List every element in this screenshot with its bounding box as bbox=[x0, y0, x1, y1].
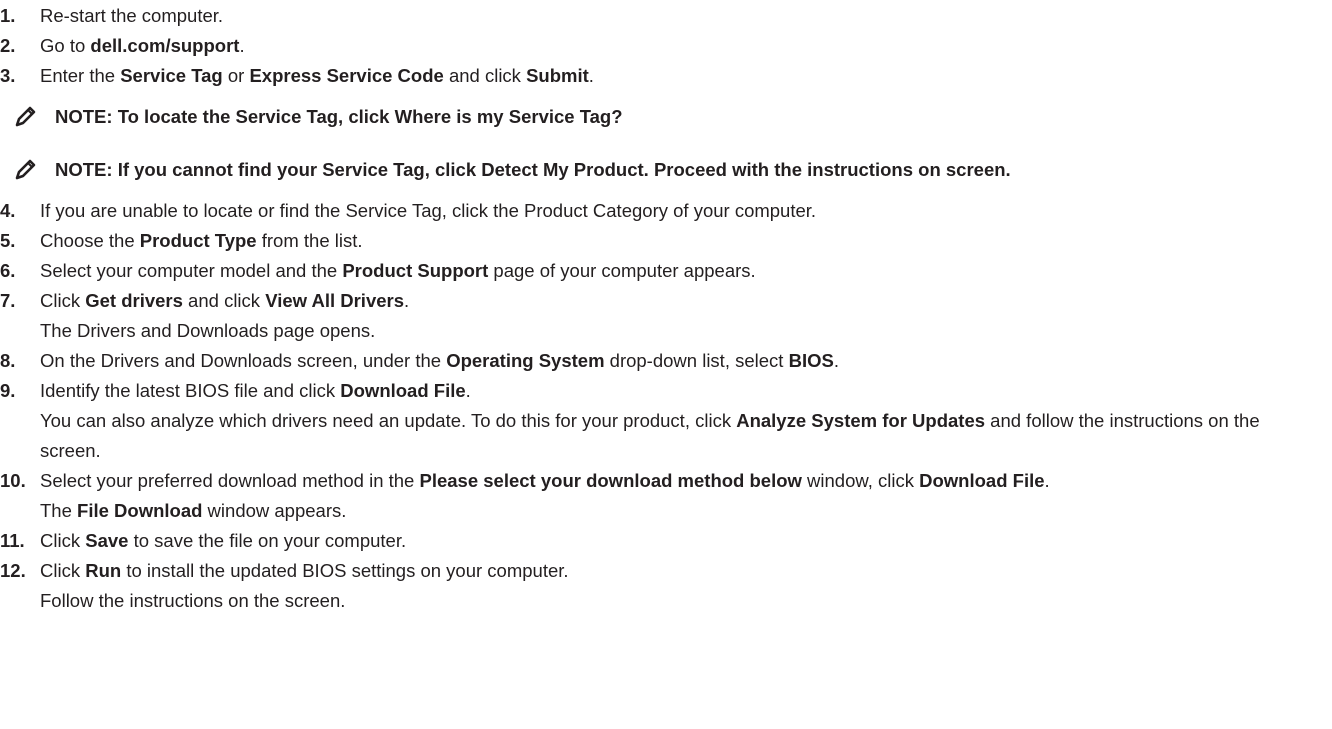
step-text: Enter the Service Tag or Express Service… bbox=[40, 61, 594, 91]
text-run: . bbox=[465, 380, 471, 401]
text-run: The Drivers and Downloads page opens. bbox=[40, 320, 376, 341]
bold-term: View All Drivers bbox=[265, 290, 405, 311]
step-number: 11. bbox=[0, 530, 25, 551]
step-11: 11. Click Save to save the file on your … bbox=[0, 526, 406, 556]
bold-term: dell.com/support bbox=[90, 35, 240, 56]
note-text: NOTE: To locate the Service Tag, click W… bbox=[55, 106, 623, 127]
bold-term: Save bbox=[85, 530, 129, 551]
step-9: 9. Identify the latest BIOS file and cli… bbox=[0, 376, 1325, 466]
note-pencil-icon bbox=[15, 159, 36, 180]
step-result-text: The File Download window appears. bbox=[40, 496, 1050, 526]
step-number: 6. bbox=[0, 260, 16, 281]
bold-term: Get drivers bbox=[85, 290, 183, 311]
text-run: Identify the latest BIOS file and click bbox=[40, 380, 341, 401]
text-run: Go to bbox=[40, 35, 91, 56]
text-run: Follow the instructions on the screen. bbox=[40, 590, 346, 611]
text-run: On the Drivers and Downloads screen, und… bbox=[40, 350, 447, 371]
step-text: Select your computer model and the Produ… bbox=[40, 256, 756, 286]
step-4: 4. If you are unable to locate or find t… bbox=[0, 196, 816, 226]
step-3: 3. Enter the Service Tag or Express Serv… bbox=[0, 61, 594, 91]
step-number: 5. bbox=[0, 230, 16, 251]
text-run: Re-start the computer. bbox=[40, 5, 224, 26]
bold-term: Run bbox=[85, 560, 122, 581]
text-run: . bbox=[1044, 470, 1050, 491]
step-number: 7. bbox=[0, 290, 16, 311]
bold-term: File Download bbox=[77, 500, 203, 521]
step-number: 3. bbox=[0, 65, 16, 86]
text-run: window appears. bbox=[202, 500, 347, 521]
bold-term: Analyze System for Updates bbox=[736, 410, 986, 431]
step-text: If you are unable to locate or find the … bbox=[40, 196, 816, 226]
step-result-text: Follow the instructions on the screen. bbox=[40, 586, 569, 616]
step-12: 12. Click Run to install the updated BIO… bbox=[0, 556, 569, 616]
step-text: Click Save to save the file on your comp… bbox=[40, 526, 406, 556]
bold-term: Service Tag bbox=[120, 65, 223, 86]
step-number: 9. bbox=[0, 380, 16, 401]
text-run: drop-down list, select bbox=[604, 350, 789, 371]
text-run: If you are unable to locate or find the … bbox=[40, 200, 817, 221]
note-pencil-icon bbox=[15, 106, 36, 127]
step-result-text: The Drivers and Downloads page opens. bbox=[40, 316, 409, 346]
step-10: 10. Select your preferred download metho… bbox=[0, 466, 1050, 526]
step-text: Go to dell.com/support. bbox=[40, 31, 245, 61]
bold-term: Operating System bbox=[446, 350, 605, 371]
text-run: from the list. bbox=[256, 230, 363, 251]
text-run: Enter the bbox=[40, 65, 121, 86]
text-run: . bbox=[833, 350, 839, 371]
step-number: 10. bbox=[0, 470, 26, 491]
bold-term: Download File bbox=[340, 380, 466, 401]
text-run: You can also analyze which drivers need … bbox=[40, 410, 737, 431]
note-detect-product: NOTE: If you cannot find your Service Ta… bbox=[15, 155, 1011, 185]
text-run: . bbox=[239, 35, 245, 56]
step-text: Identify the latest BIOS file and click … bbox=[40, 376, 1325, 406]
step-number: 1. bbox=[0, 5, 16, 26]
step-text: Click Run to install the updated BIOS se… bbox=[40, 556, 569, 586]
step-number: 2. bbox=[0, 35, 16, 56]
text-run: Click bbox=[40, 290, 86, 311]
bold-term: Product Type bbox=[139, 230, 257, 251]
text-run: Choose the bbox=[40, 230, 140, 251]
step-5: 5. Choose the Product Type from the list… bbox=[0, 226, 363, 256]
step-number: 8. bbox=[0, 350, 16, 371]
note-text: NOTE: If you cannot find your Service Ta… bbox=[55, 159, 1011, 180]
step-7: 7. Click Get drivers and click View All … bbox=[0, 286, 409, 346]
text-run: Click bbox=[40, 560, 86, 581]
text-run: window, click bbox=[801, 470, 920, 491]
step-result-text: You can also analyze which drivers need … bbox=[40, 406, 1325, 466]
bold-term: Submit bbox=[526, 65, 589, 86]
text-run: to save the file on your computer. bbox=[128, 530, 407, 551]
text-run: Select your computer model and the bbox=[40, 260, 343, 281]
bold-term: BIOS bbox=[788, 350, 834, 371]
step-text: Choose the Product Type from the list. bbox=[40, 226, 363, 256]
bold-term: Download File bbox=[919, 470, 1045, 491]
bold-term: Please select your download method below bbox=[419, 470, 802, 491]
text-run: The bbox=[40, 500, 78, 521]
step-text: Select your preferred download method in… bbox=[40, 466, 1050, 496]
text-run: or bbox=[222, 65, 250, 86]
step-text: On the Drivers and Downloads screen, und… bbox=[40, 346, 839, 376]
bold-term: Product Support bbox=[342, 260, 489, 281]
step-number: 4. bbox=[0, 200, 16, 221]
text-run: to install the updated BIOS settings on … bbox=[121, 560, 569, 581]
note-service-tag-location: NOTE: To locate the Service Tag, click W… bbox=[15, 102, 623, 132]
step-text: Re-start the computer. bbox=[40, 1, 223, 31]
text-run: Click bbox=[40, 530, 86, 551]
step-text: Click Get drivers and click View All Dri… bbox=[40, 286, 409, 316]
step-1: 1. Re-start the computer. bbox=[0, 1, 223, 31]
bold-term: Express Service Code bbox=[249, 65, 444, 86]
text-run: and click bbox=[443, 65, 527, 86]
text-run: page of your computer appears. bbox=[488, 260, 756, 281]
step-8: 8. On the Drivers and Downloads screen, … bbox=[0, 346, 839, 376]
step-number: 12. bbox=[0, 560, 26, 581]
text-run: Select your preferred download method in… bbox=[40, 470, 420, 491]
step-2: 2. Go to dell.com/support. bbox=[0, 31, 245, 61]
text-run: . bbox=[404, 290, 410, 311]
text-run: and click bbox=[182, 290, 266, 311]
step-6: 6. Select your computer model and the Pr… bbox=[0, 256, 756, 286]
text-run: . bbox=[588, 65, 594, 86]
